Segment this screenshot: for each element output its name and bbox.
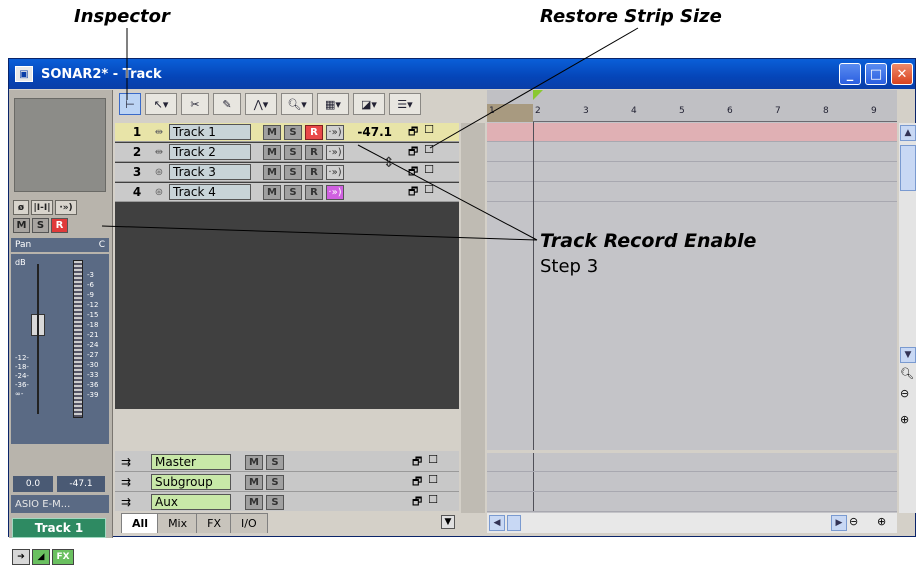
inspector-footer: ➔ ◢ FX (12, 549, 74, 565)
step-label: Step 3 (540, 256, 599, 277)
arrow-right-icon[interactable]: ➔ (12, 549, 30, 565)
restore-strip-pointer (429, 27, 639, 149)
inspector-record-pointer (101, 225, 538, 241)
fx-button[interactable]: FX (52, 549, 74, 565)
edit-icon[interactable]: ◢ (32, 549, 50, 565)
record-enable-pointer (357, 144, 538, 241)
track-record-enable-callout: Track Record Enable (540, 230, 757, 252)
callout-lines (101, 27, 639, 241)
